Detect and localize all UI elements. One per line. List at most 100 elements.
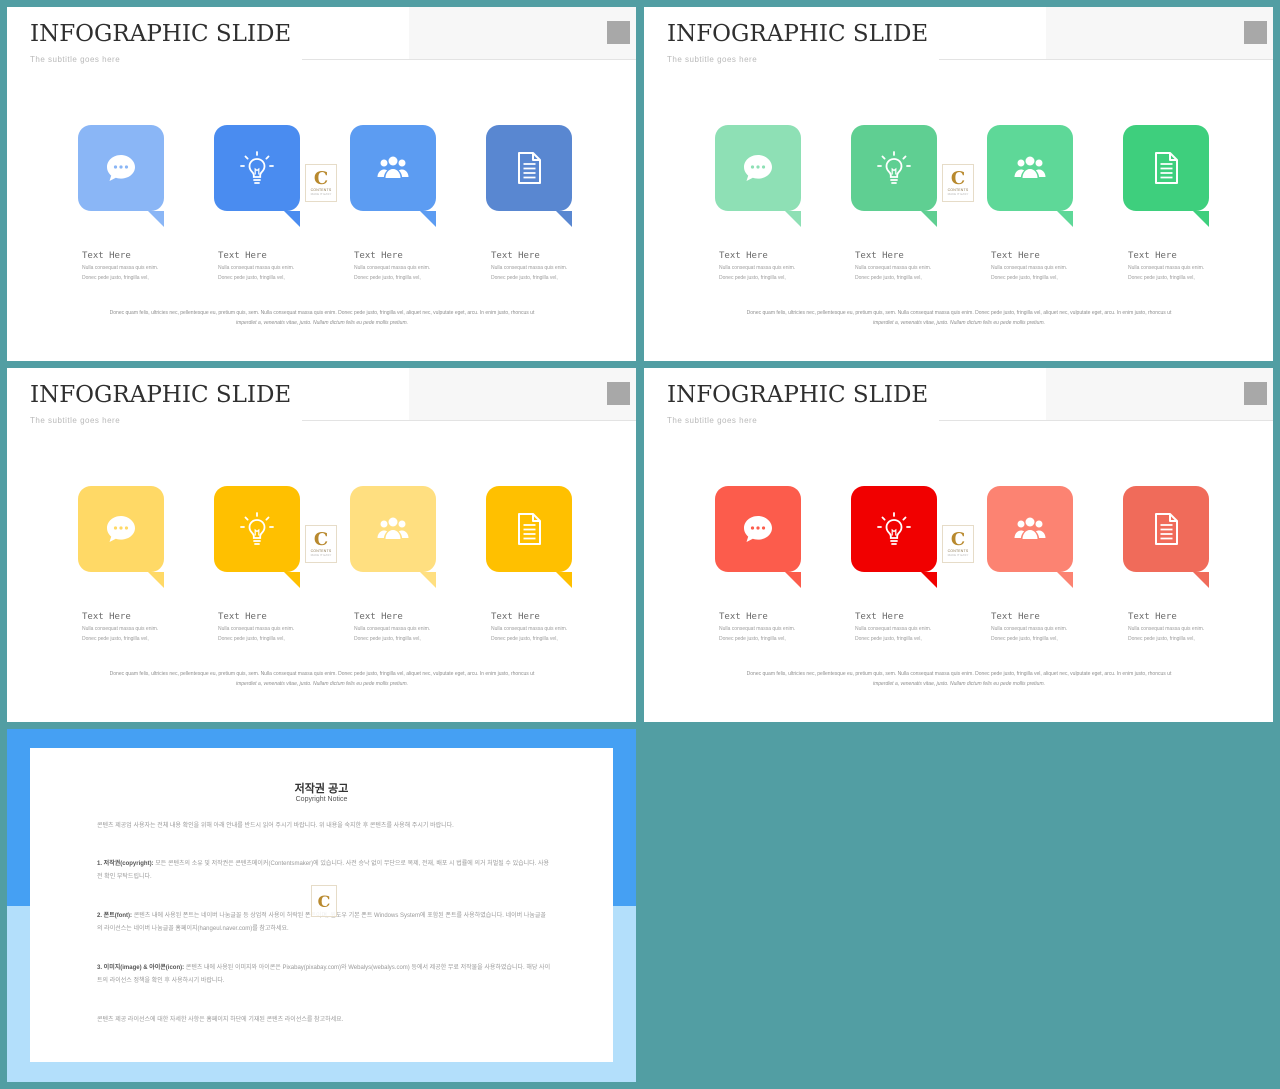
logo-tagline: MAKE IT EASY <box>310 553 332 557</box>
text-column: Text Here Nulla consequat massa quis enim… <box>1128 612 1238 644</box>
column-heading: Text Here <box>1128 612 1177 622</box>
column-body-line: Donec pede justo, fringilla vel, <box>82 275 149 281</box>
slide-subtitle: The subtitle goes here <box>30 416 121 425</box>
copyright-outro: 콘텐츠 제공 라이선스에 대한 자세한 사항은 홈페이지 하단에 기재된 콘텐츠… <box>97 1017 344 1023</box>
header-band <box>409 7 636 59</box>
text-column: Text Here Nulla consequat massa quis enim… <box>82 612 192 644</box>
column-body-line: Donec pede justo, fringilla vel, <box>855 275 922 281</box>
slide-title: INFOGRAPHIC SLIDE <box>667 21 929 47</box>
speech-bubble-card <box>350 486 436 588</box>
slide-footer-text: Donec quam felis, ultricies nec, pellent… <box>67 669 577 689</box>
column-body-line: Nulla consequat massa quis enim. <box>82 265 159 271</box>
slide-subtitle: The subtitle goes here <box>667 416 758 425</box>
bubble-tail <box>420 572 436 588</box>
logo-letter: C <box>313 529 329 550</box>
footer-line: imperdiet a, venenatis vitae, justo. Nul… <box>235 320 409 326</box>
copyright-section-1: 1. 저작권(copyright): 모든 콘텐츠의 소유 및 저작권은 콘텐츠… <box>97 858 551 883</box>
text-column: Text Here Nulla consequat massa quis enim… <box>82 251 192 283</box>
contents-logo: C CONTENTS MAKE IT EASY <box>305 164 337 202</box>
header-band <box>409 368 636 420</box>
speech-bubble-card <box>715 486 801 588</box>
corner-square <box>607 382 630 405</box>
text-column: Text Here Nulla consequat massa quis enim… <box>218 251 328 283</box>
logo-tagline: MAKE IT EASY <box>310 192 332 196</box>
column-body-line: Nulla consequat massa quis enim. <box>719 626 796 632</box>
header-rule <box>939 420 1273 421</box>
bubble-tail <box>921 211 937 227</box>
column-heading: Text Here <box>491 251 540 261</box>
column-heading: Text Here <box>855 251 904 261</box>
text-column: Text Here Nulla consequat massa quis enim… <box>855 251 965 283</box>
logo-letter: C <box>950 168 966 189</box>
speech-bubble-card <box>78 486 164 588</box>
footer-line: imperdiet a, venenatis vitae, justo. Nul… <box>872 320 1046 326</box>
chat-bubble-icon <box>103 511 139 547</box>
column-body-line: Nulla consequat massa quis enim. <box>354 626 431 632</box>
speech-bubble-card <box>851 125 937 227</box>
column-body-line: Donec pede justo, fringilla vel, <box>491 275 558 281</box>
footer-line: Donec quam felis, ultricies nec, pellent… <box>109 671 535 677</box>
copyright-intro: 콘텐츠 제공업 사용자는 전체 내용 확인을 위해 아래 안내를 반드시 읽어 … <box>97 823 454 829</box>
bubble-tail <box>148 572 164 588</box>
column-body-line: Nulla consequat massa quis enim. <box>855 265 932 271</box>
column-body-line: Nulla consequat massa quis enim. <box>82 626 159 632</box>
text-column: Text Here Nulla consequat massa quis enim… <box>719 612 829 644</box>
bubble-tail <box>420 211 436 227</box>
section-body: 모든 콘텐츠의 소유 및 저작권은 콘텐츠메이커(Contentsmaker)에… <box>97 861 550 880</box>
column-body-line: Nulla consequat massa quis enim. <box>1128 626 1205 632</box>
slide-title: INFOGRAPHIC SLIDE <box>667 382 929 408</box>
column-body-line: Donec pede justo, fringilla vel, <box>1128 275 1195 281</box>
logo-tagline: MAKE IT EASY <box>947 192 969 196</box>
copyright-subtitle: Copyright Notice <box>295 796 348 803</box>
slide-subtitle: The subtitle goes here <box>667 55 758 64</box>
slide-title: INFOGRAPHIC SLIDE <box>30 382 292 408</box>
column-body-line: Donec pede justo, fringilla vel, <box>218 636 285 642</box>
bubble-tail <box>1057 572 1073 588</box>
header-rule <box>302 59 636 60</box>
copyright-card: 저작권 공고 Copyright Notice 콘텐츠 제공업 사용자는 전체 … <box>30 748 613 1062</box>
lightbulb-icon <box>239 150 275 186</box>
column-body-line: Nulla consequat massa quis enim. <box>218 265 295 271</box>
column-body-line: Donec pede justo, fringilla vel, <box>991 636 1058 642</box>
bubble-tail <box>1057 211 1073 227</box>
slide-yellow[interactable]: INFOGRAPHIC SLIDE The subtitle goes here… <box>7 368 636 722</box>
slide-green[interactable]: INFOGRAPHIC SLIDE The subtitle goes here… <box>644 7 1273 361</box>
text-column: Text Here Nulla consequat massa quis enim… <box>218 612 328 644</box>
copyright-slide[interactable]: 저작권 공고 Copyright Notice 콘텐츠 제공업 사용자는 전체 … <box>7 729 636 1082</box>
header-rule <box>939 59 1273 60</box>
column-body-line: Nulla consequat massa quis enim. <box>855 626 932 632</box>
document-icon <box>511 511 547 547</box>
text-column: Text Here Nulla consequat massa quis enim… <box>991 251 1101 283</box>
column-heading: Text Here <box>82 251 131 261</box>
text-column: Text Here Nulla consequat massa quis enim… <box>354 251 464 283</box>
column-heading: Text Here <box>354 612 403 622</box>
text-column: Text Here Nulla consequat massa quis enim… <box>354 612 464 644</box>
column-heading: Text Here <box>719 612 768 622</box>
corner-square <box>1244 382 1267 405</box>
bubble-tail <box>785 572 801 588</box>
footer-line: Donec quam felis, ultricies nec, pellent… <box>746 671 1172 677</box>
people-group-icon <box>375 150 411 186</box>
column-heading: Text Here <box>991 612 1040 622</box>
speech-bubble-card <box>715 125 801 227</box>
lightbulb-icon <box>239 511 275 547</box>
people-group-icon <box>1012 511 1048 547</box>
contents-logo: C <box>311 885 337 917</box>
chat-bubble-icon <box>103 150 139 186</box>
slide-blue[interactable]: INFOGRAPHIC SLIDE The subtitle goes here… <box>7 7 636 361</box>
footer-line: Donec quam felis, ultricies nec, pellent… <box>109 310 535 316</box>
speech-bubble-card <box>987 125 1073 227</box>
slide-red[interactable]: INFOGRAPHIC SLIDE The subtitle goes here… <box>644 368 1273 722</box>
people-group-icon <box>1012 150 1048 186</box>
speech-bubble-card <box>1123 486 1209 588</box>
document-icon <box>511 150 547 186</box>
column-heading: Text Here <box>491 612 540 622</box>
bubble-tail <box>284 211 300 227</box>
bubble-tail <box>921 572 937 588</box>
bubble-tail <box>1193 572 1209 588</box>
contents-logo: C CONTENTS MAKE IT EASY <box>942 525 974 563</box>
slide-footer-text: Donec quam felis, ultricies nec, pellent… <box>704 669 1214 689</box>
speech-bubble-card <box>486 125 572 227</box>
column-body-line: Donec pede justo, fringilla vel, <box>855 636 922 642</box>
column-body-line: Donec pede justo, fringilla vel, <box>491 636 558 642</box>
